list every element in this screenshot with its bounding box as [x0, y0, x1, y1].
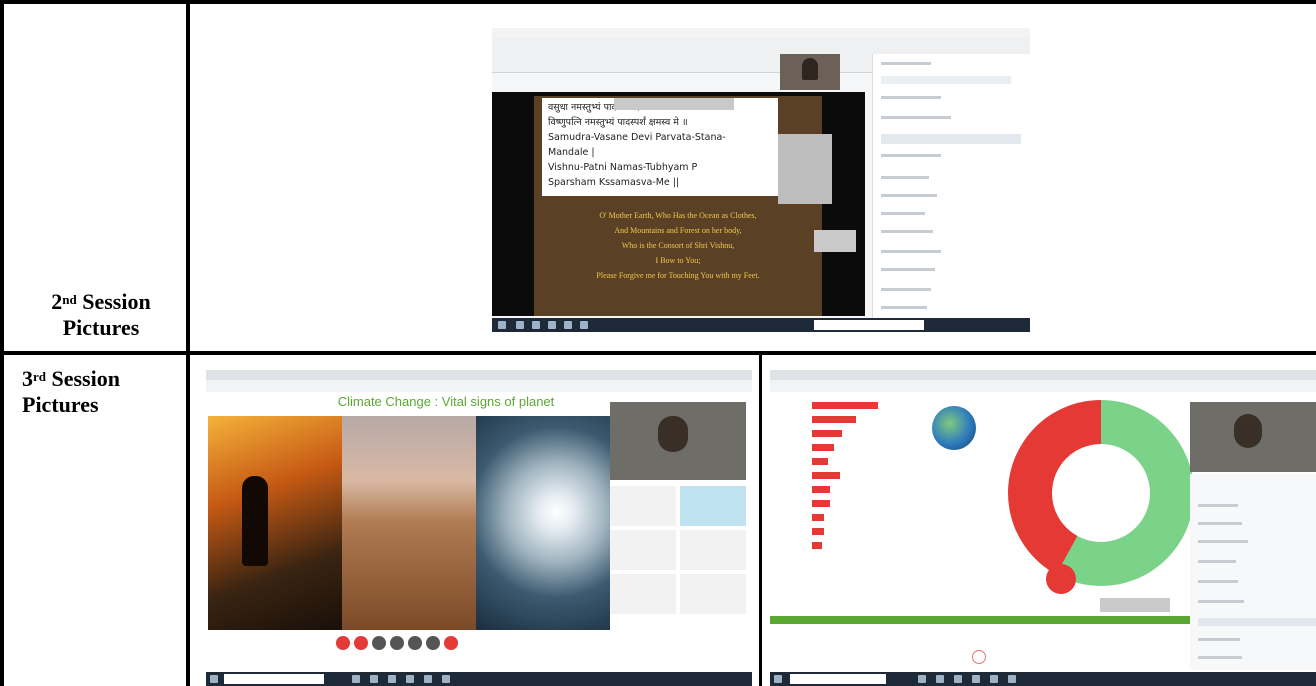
slide-english-text: O' Mother Earth, Who Has the Ocean as Cl…: [540, 208, 816, 283]
participant-tile: [610, 530, 676, 570]
session3-label: 3rd Session Pictures: [22, 366, 120, 418]
redaction-box: [814, 230, 856, 252]
presenter-video: [780, 54, 840, 90]
participants-button[interactable]: [408, 636, 422, 650]
slide-sanskrit-box: वसुधा नमस्तुभ्यं पादस्पर्शं क्षमस्व मे व…: [542, 98, 778, 196]
globe-image: [932, 406, 976, 450]
browser-addressbar: [770, 380, 1316, 392]
session3-screenshot-climate: Climate Change : Vital signs of planet: [206, 370, 752, 686]
slide-line: Mandale |: [548, 147, 595, 158]
session3-label-line1: 3rd Session: [22, 366, 120, 391]
table-top-border: [0, 0, 1316, 4]
mic-button[interactable]: [336, 636, 350, 650]
infographic-bars: [776, 398, 886, 568]
participants-panel: [1190, 474, 1316, 670]
slide-line: Samudra-Vasane Devi Parvata-Stana-: [548, 132, 726, 143]
participant-tile: [680, 486, 746, 526]
camera-button[interactable]: [354, 636, 368, 650]
windows-taskbar: [492, 318, 1030, 332]
table-column-divider: [186, 0, 190, 686]
slide-line: Please Forgive me for Touching You with …: [596, 271, 760, 280]
session2-label-line2: Pictures: [62, 315, 140, 340]
donut-chart: [1008, 400, 1194, 586]
more-button[interactable]: [426, 636, 440, 650]
slide-line: विष्णुपत्नि नमस्तुभ्यं पादस्पर्शं क्षमस्…: [548, 117, 688, 128]
session3-label-line2: Pictures: [22, 392, 99, 417]
slide-line: Sparsham Kssamasva-Me ||: [548, 177, 680, 188]
slide: वसुधा नमस्तुभ्यं पादस्पर्शं क्षमस्व मे व…: [534, 96, 832, 316]
slide-line: Who is the Consort of Shri Vishnu,: [621, 241, 735, 250]
slide-line: And Mountains and Forest on her body,: [614, 226, 742, 235]
green-band: [770, 616, 1190, 624]
share-button[interactable]: [372, 636, 386, 650]
session2-label: 2nd Session Pictures: [21, 289, 181, 341]
chat-button[interactable]: [390, 636, 404, 650]
speaker-video: [1190, 402, 1316, 472]
session2-label-line1: 2nd Session: [51, 289, 151, 314]
red-circle: [1046, 564, 1076, 594]
participant-tile: [680, 530, 746, 570]
slide-line: Vishnu-Patni Namas-Tubhyam P: [548, 162, 698, 173]
participant-tile: [610, 574, 676, 614]
slide-area: वसुधा नमस्तुभ्यं पादस्पर्शं क्षमस्व मे व…: [492, 92, 865, 316]
drought-image: [342, 416, 476, 630]
leave-button[interactable]: [444, 636, 458, 650]
record-indicator: [972, 650, 986, 664]
slide-line: I Bow to You;: [655, 256, 701, 265]
browser-addressbar: [206, 380, 752, 392]
slide-line: O' Mother Earth, Who Has the Ocean as Cl…: [599, 211, 757, 220]
session2-screenshot: वसुधा नमस्तुभ्यं पादस्पर्शं क्षमस्व मे व…: [492, 28, 1030, 332]
windows-taskbar: [206, 672, 752, 686]
slide-title: Climate Change : Vital signs of planet: [337, 394, 555, 409]
participant-tile: [610, 486, 676, 526]
table-row-divider: [0, 351, 1316, 355]
table-inner-divider-row3: [759, 351, 762, 686]
redaction-box: [614, 98, 734, 110]
speaker-video: [610, 402, 746, 480]
redaction-box: [778, 134, 832, 204]
wildfire-image: [208, 416, 342, 630]
participants-panel: [872, 54, 1030, 318]
cyclone-image: [476, 416, 610, 630]
redaction-box: [1100, 598, 1170, 612]
table-left-border: [0, 0, 4, 686]
participant-tile: [680, 574, 746, 614]
session3-screenshot-infographic: [770, 370, 1316, 686]
windows-taskbar: [770, 672, 1316, 686]
